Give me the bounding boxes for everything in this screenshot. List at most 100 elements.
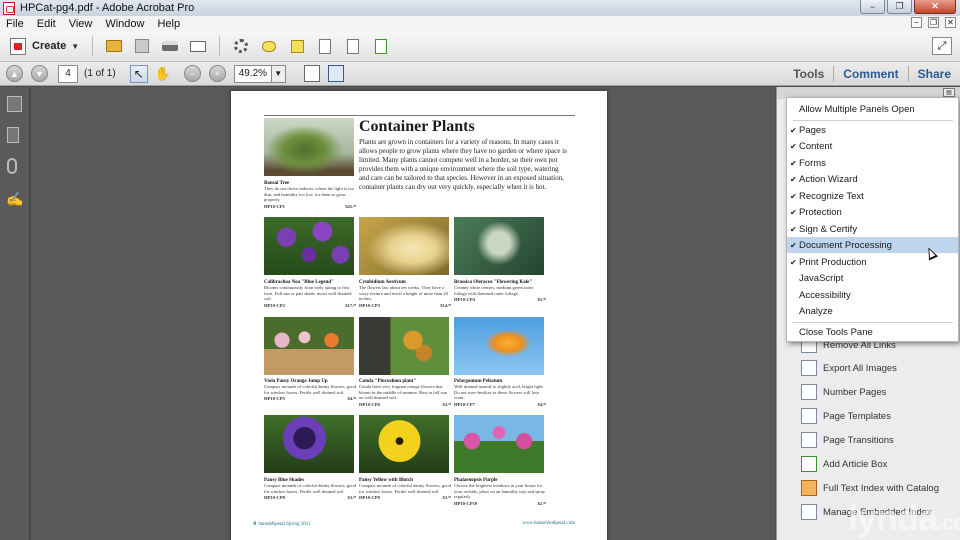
attachment-icon[interactable] xyxy=(7,158,17,174)
menu-panel-recognize-text[interactable]: Recognize Text xyxy=(787,188,958,204)
title-bar: HPCat-pg4.pdf - Adobe Acrobat Pro − ❐ ✕ xyxy=(0,0,960,16)
product-code: HP10-CP10 xyxy=(454,500,478,506)
next-page-icon[interactable]: ▼ xyxy=(31,65,48,82)
product-code: HP10-CP2 xyxy=(264,302,285,308)
product-price: $45.⁹⁹ xyxy=(345,203,356,209)
zoom-level-input[interactable]: 49.2% xyxy=(233,64,272,83)
product-caption: Pansy Blue Shades Compact mounds of colo… xyxy=(264,478,356,501)
product-code: HP10-CP1 xyxy=(264,203,285,209)
product-price: $3.⁹⁹ xyxy=(442,401,452,407)
product-desc: Compact mounds of colorful dainty flower… xyxy=(359,483,451,494)
document-window-controls: − ❐ ✕ xyxy=(911,17,956,28)
share-tab[interactable]: Share xyxy=(909,67,960,81)
menu-allow-multiple-panels[interactable]: Allow Multiple Panels Open xyxy=(787,101,958,117)
menu-window[interactable]: Window xyxy=(99,18,151,30)
scrolling-mode-icon[interactable] xyxy=(303,65,320,82)
page-thumbnails-icon[interactable] xyxy=(7,96,22,112)
task-pane-links: Tools Comment Share xyxy=(784,62,960,86)
expand-window-icon[interactable]: ⤢ xyxy=(932,37,952,55)
product-desc: Blooms continuously from early spring to… xyxy=(264,285,352,302)
menu-panel-sign-certify[interactable]: Sign & Certify xyxy=(787,221,958,237)
tool-label: Page Templates xyxy=(823,410,891,422)
menu-panel-content[interactable]: Content xyxy=(787,138,958,154)
product-photo xyxy=(264,217,354,275)
menu-separator xyxy=(793,120,953,121)
menu-file[interactable]: File xyxy=(0,18,31,30)
menu-close-tools-pane[interactable]: Close Tools Pane xyxy=(787,324,958,340)
doc-close-icon[interactable]: ✕ xyxy=(945,17,956,28)
menu-panel-forms[interactable]: Forms xyxy=(787,155,958,171)
main-toolbar: Create ▼ ⤢ xyxy=(0,31,960,62)
print-icon[interactable] xyxy=(161,37,179,55)
panel-options-icon[interactable]: ▤ xyxy=(943,88,955,97)
product-code: HP10-CP9 xyxy=(359,495,380,501)
footer-brand: hansel&petal Spring 2011 xyxy=(258,522,311,527)
menu-help[interactable]: Help xyxy=(151,18,187,30)
tool-page-templates[interactable]: Page Templates xyxy=(801,406,891,426)
menu-panel-accessibility[interactable]: Accessibility xyxy=(787,287,958,303)
previous-page-icon[interactable]: ▲ xyxy=(6,65,23,82)
page-intro-text: Plants are grown in containers for a var… xyxy=(359,138,567,191)
footer-page-number: 4 xyxy=(253,521,256,527)
minimize-button[interactable]: − xyxy=(860,0,885,14)
document-area[interactable]: Container Plants Plants are grown in con… xyxy=(31,87,775,540)
product-desc: They do not thrive indoors, where the li… xyxy=(264,186,355,203)
product-desc: Compact mounds of colorful dainty flower… xyxy=(264,483,356,494)
select-tool-icon[interactable]: ↖ xyxy=(129,64,148,83)
doc-minimize-icon[interactable]: − xyxy=(911,17,922,28)
tool-number-pages[interactable]: Number Pages xyxy=(801,382,886,402)
tool-label: Full Text Index with Catalog xyxy=(823,482,939,494)
document-icon[interactable] xyxy=(316,37,334,55)
tool-add-article-box[interactable]: Add Article Box xyxy=(801,454,887,474)
menu-edit[interactable]: Edit xyxy=(31,18,63,30)
hand-tool-icon[interactable]: ✋ xyxy=(154,65,172,83)
open-folder-icon[interactable] xyxy=(105,37,123,55)
tool-full-text-index[interactable]: Full Text Index with Catalog xyxy=(801,478,939,498)
fit-page-icon[interactable] xyxy=(327,65,344,82)
article-box-icon xyxy=(801,456,817,472)
save-icon[interactable] xyxy=(133,37,151,55)
product-caption: Pelargonium Peltatum Well drained neutra… xyxy=(454,379,546,407)
menu-panel-pages[interactable]: Pages xyxy=(787,122,958,138)
menu-panel-analyze[interactable]: Analyze xyxy=(787,303,958,319)
product-price: $4.⁹⁹ xyxy=(347,396,357,402)
toolbar-divider xyxy=(219,36,221,56)
email-icon[interactable] xyxy=(189,37,207,55)
comment-tab[interactable]: Comment xyxy=(834,67,907,81)
tools-tab[interactable]: Tools xyxy=(784,67,833,81)
zoom-in-icon[interactable]: + xyxy=(208,65,226,82)
menu-panel-protection[interactable]: Protection xyxy=(787,204,958,220)
page-number-input[interactable]: 4 xyxy=(58,64,78,83)
bookmark-icon[interactable] xyxy=(7,127,19,143)
tool-export-all-images[interactable]: Export All Images xyxy=(801,358,897,378)
product-photo xyxy=(454,415,544,473)
document-settings-icon[interactable] xyxy=(344,37,362,55)
page-template-icon xyxy=(801,408,817,424)
product-caption: Bonsai Tree They do not thrive indoors, … xyxy=(264,181,356,209)
menu-view[interactable]: View xyxy=(63,18,100,30)
signature-icon[interactable]: ✍ xyxy=(6,191,23,207)
create-button[interactable]: Create ▼ xyxy=(8,35,85,57)
zoom-out-icon[interactable]: − xyxy=(183,65,201,82)
maximize-button[interactable]: ❐ xyxy=(887,0,912,14)
tool-label: Add Article Box xyxy=(823,458,888,470)
zoom-dropdown-icon[interactable]: ▼ xyxy=(271,64,286,83)
product-desc: Choose the brightest windows in your hou… xyxy=(454,483,546,500)
close-window-button[interactable]: ✕ xyxy=(914,0,956,14)
acrobat-app-icon xyxy=(3,1,15,15)
menu-bar: File Edit View Window Help − ❐ ✕ xyxy=(0,16,960,31)
product-caption: Cotula "Pincushion plant" Cotula have ve… xyxy=(359,379,451,407)
product-code: HP10-CP6 xyxy=(359,401,380,407)
tool-label: Export All Images xyxy=(823,362,897,374)
settings-gear-icon[interactable] xyxy=(232,37,250,55)
menu-panel-action-wizard[interactable]: Action Wizard xyxy=(787,171,958,187)
sticky-note-icon[interactable] xyxy=(288,37,306,55)
product-photo xyxy=(264,415,354,473)
menu-panel-javascript[interactable]: JavaScript xyxy=(787,270,958,286)
comment-icon[interactable] xyxy=(260,37,278,55)
product-code: HP10-CP8 xyxy=(264,495,285,501)
page-title: Container Plants xyxy=(359,118,475,135)
document-export-icon[interactable] xyxy=(372,37,390,55)
doc-restore-icon[interactable]: ❐ xyxy=(928,17,939,28)
tool-page-transitions[interactable]: Page Transitions xyxy=(801,430,894,450)
